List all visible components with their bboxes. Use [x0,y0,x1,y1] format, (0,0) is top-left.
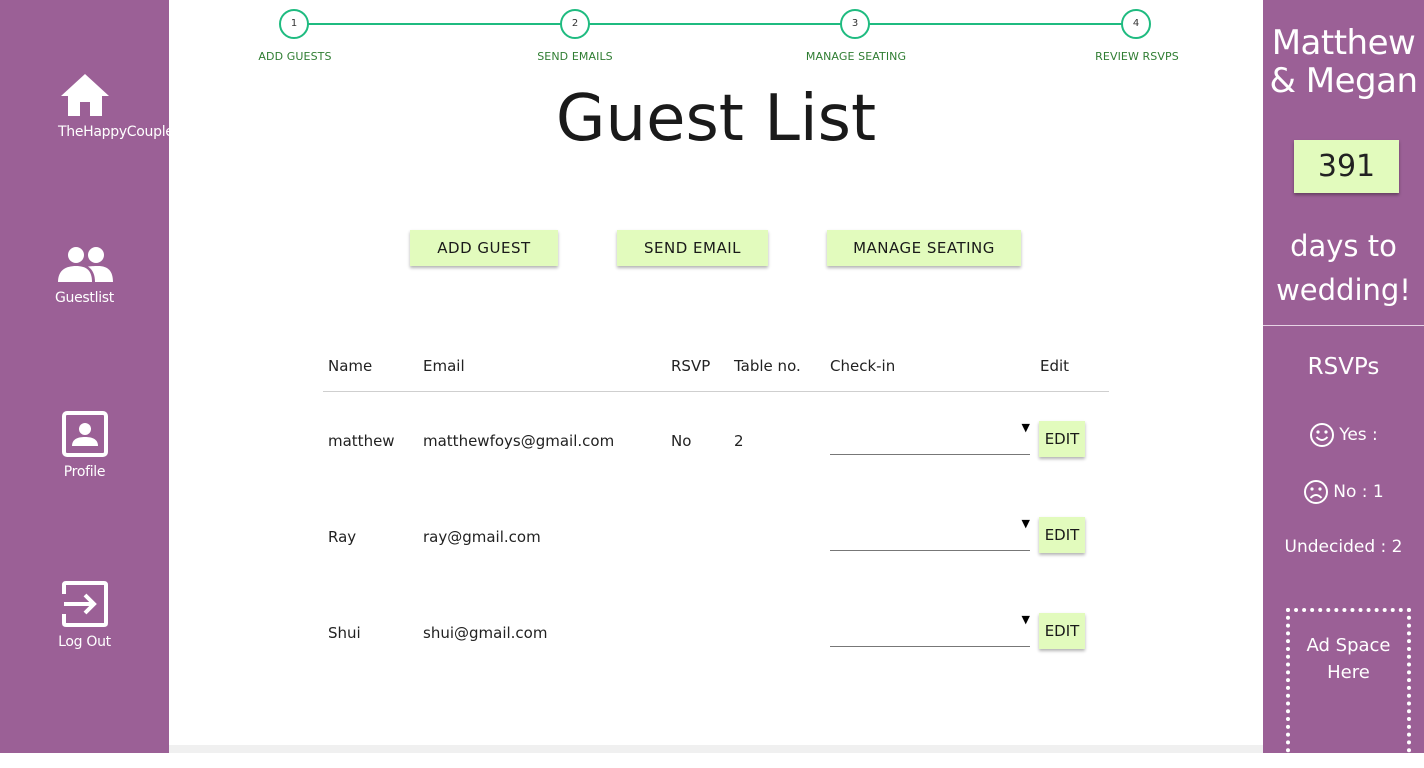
send-email-button[interactable]: SEND EMAIL [617,230,768,266]
main-content: 1 ADD GUESTS 2 SEND EMAILS 3 MANAGE SEAT… [169,0,1263,753]
left-sidebar: TheHappyCouple Guestlist Profile Log Out [0,0,169,753]
step-3-circle[interactable]: 3 [840,9,870,39]
step-3-label: MANAGE SEATING [805,50,907,63]
header-divider [323,391,1109,392]
stepper-line [294,23,1136,25]
days-text-line-2: wedding! [1276,273,1411,307]
column-header-table: Table no. [734,357,801,375]
step-4-label: REVIEW RSVPS [1095,50,1179,63]
guest-email: ray@gmail.com [423,528,541,546]
rsvp-yes-count: Yes : [1263,422,1424,448]
bottom-scroll-strip [169,745,1263,753]
rsvp-undecided-label: Undecided : 2 [1284,537,1403,557]
ad-text-line-1: Ad Space [1306,635,1391,656]
rsvp-no-count: No : 1 [1263,479,1424,505]
frown-icon [1304,480,1329,504]
guest-name: Ray [328,528,357,546]
manage-seating-button[interactable]: MANAGE SEATING [827,230,1021,266]
days-to-wedding-text: days to wedding! [1263,224,1424,312]
guest-email: matthewfoys@gmail.com [423,432,615,450]
sidebar-item-profile[interactable]: Profile [0,410,169,480]
panel-divider [1263,325,1424,326]
ad-space: Ad Space Here [1286,608,1411,768]
days-text-line-1: days to [1290,229,1397,263]
days-countdown: 391 [1294,140,1399,193]
column-header-name: Name [328,357,373,375]
ad-text-line-2: Here [1327,662,1370,683]
page-title: Guest List [555,82,877,156]
guest-email: shui@gmail.com [423,624,548,642]
rsvp-yes-label: Yes : [1339,425,1378,445]
edit-button[interactable]: EDIT [1039,613,1085,649]
add-guest-button[interactable]: ADD GUEST [410,230,558,266]
progress-stepper: 1 ADD GUESTS 2 SEND EMAILS 3 MANAGE SEAT… [169,0,1263,70]
column-header-checkin: Check-in [830,357,896,375]
dropdown-arrow-icon: ▼ [1021,421,1030,434]
sidebar-item-guestlist[interactable]: Guestlist [0,246,169,306]
rsvp-no-label: No : 1 [1333,482,1384,502]
rsvp-heading: RSVPs [1307,354,1380,380]
sidebar-item-label: Profile [63,464,106,480]
guest-name: matthew [328,432,395,450]
column-header-edit: Edit [1040,357,1070,375]
people-icon [57,247,113,282]
column-header-email: Email [423,357,465,375]
column-header-rsvp: RSVP [671,357,711,375]
logout-icon [61,581,108,627]
sidebar-item-label: Guestlist [55,290,114,306]
step-2-circle[interactable]: 2 [560,9,590,39]
right-sidebar: Matthew & Megan 391 days to wedding! RSV… [1263,0,1424,768]
guest-rsvp: No [671,432,692,450]
sidebar-item-home[interactable]: TheHappyCouple [0,72,169,140]
couple-name-line-1: Matthew [1271,23,1416,63]
rsvp-undecided-count: Undecided : 2 [1263,537,1424,557]
step-2-label: SEND EMAILS [537,50,613,63]
home-icon [60,74,109,116]
step-4-circle[interactable]: 4 [1121,9,1151,39]
sidebar-item-logout[interactable]: Log Out [0,580,169,650]
dropdown-arrow-icon: ▼ [1021,613,1030,626]
guest-name: Shui [328,624,361,642]
sidebar-item-label: Log Out [58,634,111,650]
edit-button[interactable]: EDIT [1039,517,1085,553]
step-1-circle[interactable]: 1 [279,9,309,39]
dropdown-arrow-icon: ▼ [1021,517,1030,530]
checkin-select[interactable]: ▼ [830,517,1030,551]
step-1-label: ADD GUESTS [258,50,332,63]
table-row: Ray ray@gmail.com ▼ EDIT [323,517,1109,560]
guest-table-number: 2 [734,432,744,450]
couple-name-line-2: & Megan [1269,61,1418,101]
checkin-select[interactable]: ▼ [830,613,1030,647]
couple-names: Matthew & Megan [1263,24,1424,100]
table-row: Shui shui@gmail.com ▼ EDIT [323,613,1109,656]
smile-icon [1310,423,1335,447]
checkin-select[interactable]: ▼ [830,421,1030,455]
table-row: matthew matthewfoys@gmail.com No 2 ▼ EDI… [323,421,1109,464]
sidebar-item-label: TheHappyCouple [58,124,169,140]
profile-icon [61,411,108,457]
edit-button[interactable]: EDIT [1039,421,1085,457]
